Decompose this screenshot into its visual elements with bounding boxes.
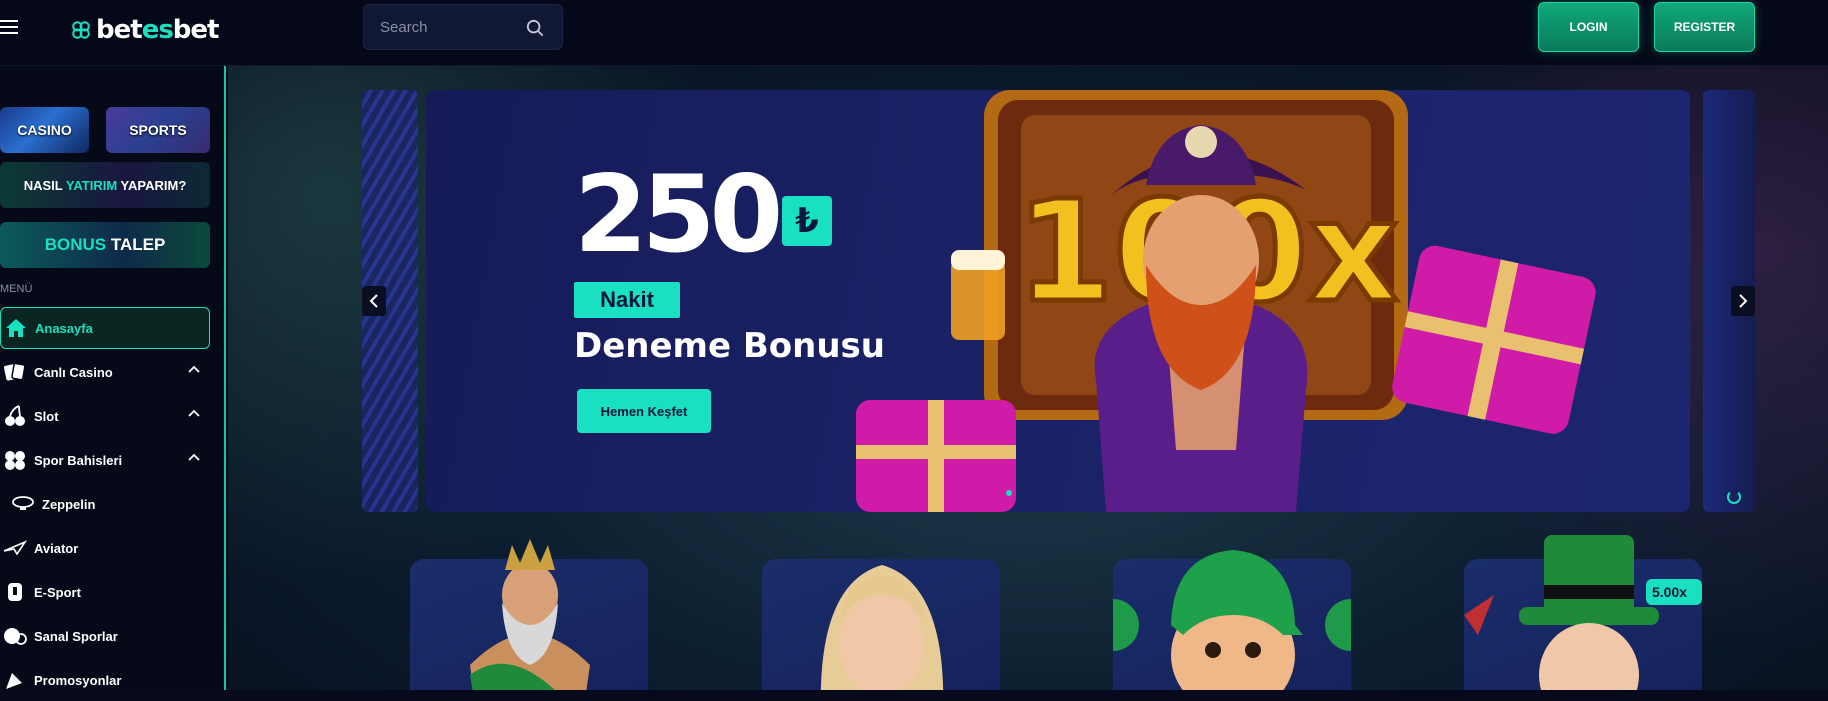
dealer-thumbnail <box>820 565 944 690</box>
sidebar-item-label: Spor Bahisleri <box>34 452 123 468</box>
banner-text: BONUS TALEP <box>44 235 166 254</box>
chevron-left-icon <box>369 294 378 308</box>
chevron-up-icon[interactable] <box>188 409 200 419</box>
sidebar-item-label: Slot <box>34 408 59 424</box>
sidebar-item-promosyonlar[interactable]: Promosyonlar <box>0 659 210 701</box>
monopoly-thumbnail: 5.00x <box>1464 535 1702 690</box>
slide-active[interactable]: 250 ₺ Nakit Deneme Bonusu Hemen Keşfet 1… <box>426 90 1690 512</box>
sidebar-item-label: Sanal Sporlar <box>34 628 118 644</box>
slider-prev-button[interactable] <box>362 286 386 316</box>
search-icon[interactable] <box>526 19 544 37</box>
sports-icon <box>2 447 28 473</box>
search-box[interactable] <box>363 4 563 50</box>
virtual-sports-icon <box>2 623 28 649</box>
promo-slider: 250 ₺ Nakit Deneme Bonusu Hemen Keşfet 1… <box>362 90 1755 512</box>
gamepad-icon <box>2 579 28 605</box>
login-button[interactable]: LOGIN <box>1538 2 1639 52</box>
sidebar-item-sanal-sporlar[interactable]: Sanal Sporlar <box>0 615 210 657</box>
sidebar-item-label: Zeppelin <box>42 496 96 512</box>
sidebar-item-label: Aviator <box>34 540 79 556</box>
discover-now-button[interactable]: Hemen Keşfet <box>577 389 711 433</box>
category-tiles: CASINO SPORTS <box>0 107 226 155</box>
main-content: 250 ₺ Nakit Deneme Bonusu Hemen Keşfet 1… <box>228 66 1828 690</box>
zeppelin-icon <box>10 491 36 517</box>
casino-tile-label: CASINO <box>17 122 72 138</box>
featured-games-row: 5.00x <box>228 529 1828 690</box>
casino-tile[interactable]: CASINO <box>0 107 89 153</box>
loading-spinner-icon <box>1727 490 1741 504</box>
top-header: betesbet LOGIN REGISTER <box>0 0 1828 66</box>
chevron-up-icon[interactable] <box>188 453 200 463</box>
sidebar-item-label: Anasayfa <box>35 320 93 336</box>
home-icon <box>3 315 29 341</box>
promo-icon <box>2 667 28 693</box>
game-card-zeus[interactable] <box>410 539 648 690</box>
plane-icon <box>2 535 28 561</box>
sidebar-item-label: Canlı Casino <box>34 364 113 380</box>
search-input[interactable] <box>380 18 520 36</box>
sidebar-item-anasayfa[interactable]: Anasayfa <box>0 307 210 349</box>
game-card-mascot[interactable] <box>1113 550 1351 690</box>
gift-box-left <box>856 400 1016 512</box>
slider-pagination <box>1006 490 1012 496</box>
pagination-dot[interactable] <box>1006 490 1012 496</box>
bonus-title: Deneme Bonusu <box>574 326 885 366</box>
logo-text: betesbet <box>96 15 219 45</box>
sidebar-item-label: E-Sport <box>34 584 81 600</box>
bonus-request-banner[interactable]: BONUS TALEP <box>0 222 210 268</box>
chevron-up-icon[interactable] <box>188 365 200 375</box>
zeus-thumbnail <box>470 539 590 690</box>
sidebar-item-aviator[interactable]: Aviator <box>0 527 210 569</box>
game-card-live-dealer[interactable] <box>762 559 1000 690</box>
how-to-deposit-banner[interactable]: NASIL YATIRIM YAPARIM? <box>0 162 210 208</box>
pirate-illustration: 100x <box>856 90 1596 512</box>
sports-tile[interactable]: SPORTS <box>106 107 210 153</box>
sidebar-item-spor-bahisleri[interactable]: Spor Bahisleri <box>0 439 210 481</box>
sidebar-item-canli-casino[interactable]: Canlı Casino <box>0 351 210 393</box>
banner-text: NASIL YATIRIM YAPARIM? <box>23 177 187 193</box>
gift-box-right <box>1392 245 1596 434</box>
cherry-icon <box>2 403 28 429</box>
multiplier-badge: 5.00x <box>1652 584 1687 600</box>
game-card-monopoly[interactable]: 5.00x <box>1464 535 1702 690</box>
lira-currency-badge: ₺ <box>782 196 832 246</box>
sidebar-item-slot[interactable]: Slot <box>0 395 210 437</box>
menu-section-label: MENÜ <box>0 283 33 295</box>
clover-logo-icon <box>72 21 90 39</box>
register-button[interactable]: REGISTER <box>1654 2 1755 52</box>
slider-next-button[interactable] <box>1731 286 1755 316</box>
sidebar: CASINO SPORTS NASIL YATIRIM YAPARIM? BON… <box>0 66 226 690</box>
sports-tile-label: SPORTS <box>129 122 187 138</box>
cash-badge: Nakit <box>574 282 680 318</box>
cards-icon <box>2 359 28 385</box>
hamburger-menu-icon[interactable] <box>0 16 20 36</box>
bonus-amount: 250 <box>574 153 783 276</box>
sidebar-item-label: Promosyonlar <box>34 672 122 688</box>
site-logo[interactable]: betesbet <box>70 14 219 46</box>
chevron-right-icon <box>1739 294 1748 308</box>
sidebar-item-zeppelin[interactable]: Zeppelin <box>0 483 210 525</box>
mascot-thumbnail <box>1113 550 1351 690</box>
sidebar-item-e-sport[interactable]: E-Sport <box>0 571 210 613</box>
